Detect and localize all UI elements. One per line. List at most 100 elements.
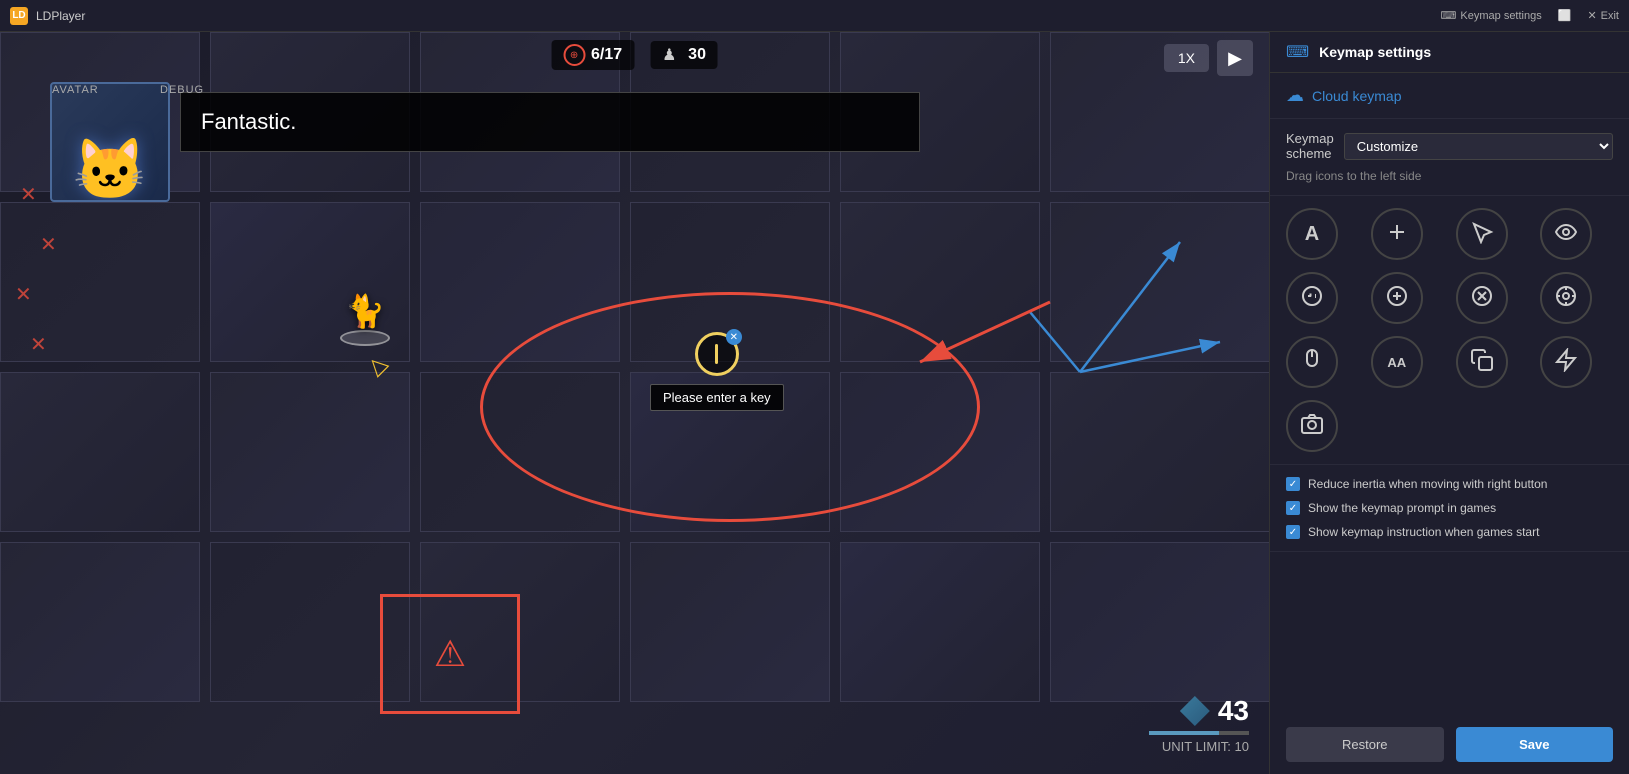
scheme-row: Keymapscheme Customize	[1286, 131, 1613, 161]
eye-icon	[1554, 220, 1578, 249]
camera-icon	[1300, 412, 1324, 441]
camera-icon-btn[interactable]	[1286, 400, 1338, 452]
score-count: 30	[688, 46, 706, 64]
keymap-header-icon: ⌨	[1286, 42, 1309, 62]
exit-icon: ✕	[1587, 9, 1596, 22]
save-button[interactable]: Save	[1456, 727, 1614, 762]
cursor-icon	[1470, 220, 1494, 249]
bottom-hud: 43 UNIT LIMIT: 10	[1149, 695, 1249, 754]
unit-limit: UNIT LIMIT: 10	[1149, 739, 1249, 754]
red-cross-1: ✕	[20, 182, 37, 207]
game-area: AVATAR DEBUG 🐱 Fantastic. ⊕ 6/17 ♟ 30 1X	[0, 32, 1269, 774]
cloud-keymap-btn[interactable]: ☁ Cloud keymap	[1286, 85, 1613, 106]
play-btn[interactable]: ▶	[1217, 40, 1253, 76]
hand-icon-btn[interactable]	[1371, 272, 1423, 324]
lightning-icon	[1554, 348, 1578, 377]
checkbox-row-1[interactable]: ✓ Reduce inertia when moving with right …	[1286, 477, 1613, 491]
char-base	[340, 330, 390, 346]
icon-grid: A	[1270, 196, 1629, 465]
checkbox-3-check: ✓	[1289, 527, 1297, 538]
mouse-icon	[1300, 348, 1324, 377]
portrait-character: 🐱	[73, 140, 148, 200]
cloud-icon: ☁	[1286, 85, 1304, 106]
cost-number: 43	[1218, 695, 1249, 727]
key-circle[interactable]: ✕	[695, 332, 739, 376]
gamepad-icon-btn[interactable]	[1286, 272, 1338, 324]
checkbox-3[interactable]: ✓	[1286, 525, 1300, 539]
key-circle-inner	[715, 344, 718, 364]
char-sprite: 🐈	[345, 292, 385, 330]
restore-window-btn[interactable]: ⬜	[1558, 9, 1572, 22]
warning-box: ⚠	[380, 594, 520, 714]
text-a-icon: A	[1305, 223, 1319, 246]
map-character: 🐈	[340, 292, 390, 346]
exit-btn[interactable]: ✕ Exit	[1587, 9, 1619, 22]
key-prompt-label: Please enter a key	[650, 384, 784, 411]
app-title: LDPlayer	[36, 9, 85, 23]
red-cross-4: ✕	[30, 332, 47, 357]
eye-icon-btn[interactable]	[1540, 208, 1592, 260]
title-bar-left: LD LDPlayer	[10, 7, 85, 25]
cost-icon	[1180, 696, 1210, 726]
plus-icon	[1385, 220, 1409, 249]
dialogue-box: Fantastic.	[180, 92, 920, 152]
plus-icon-btn[interactable]	[1371, 208, 1423, 260]
cloud-keymap-label: Cloud keymap	[1312, 88, 1402, 104]
restore-button[interactable]: Restore	[1286, 727, 1444, 762]
text-a-icon-btn[interactable]: A	[1286, 208, 1338, 260]
checkbox-2-label: Show the keymap prompt in games	[1308, 501, 1496, 515]
title-bar: LD LDPlayer ⌨ Keymap settings ⬜ ✕ Exit	[0, 0, 1629, 32]
drag-hint: Drag icons to the left side	[1286, 169, 1613, 183]
lightning-icon-btn[interactable]	[1540, 336, 1592, 388]
scope-icon	[1554, 284, 1578, 313]
keymap-settings-title: ⌨ Keymap settings	[1441, 9, 1542, 22]
checkbox-2[interactable]: ✓	[1286, 501, 1300, 515]
key-input-popup: ✕ Please enter a key	[650, 332, 784, 411]
speed-1x-btn[interactable]: 1X	[1164, 44, 1209, 72]
copy-icon-btn[interactable]	[1456, 336, 1508, 388]
copy-icon	[1470, 348, 1494, 377]
right-panel: ⌨ Keymap settings ☁ Cloud keymap Keymaps…	[1269, 32, 1629, 774]
mouse-icon-btn[interactable]	[1286, 336, 1338, 388]
keymap-icon: ⌨	[1441, 9, 1457, 22]
panel-footer: Restore Save	[1270, 715, 1629, 774]
key-close-btn[interactable]: ✕	[726, 329, 742, 345]
enemy-count: 6/17	[591, 46, 622, 64]
restore-icon: ⬜	[1558, 9, 1572, 22]
title-bar-right: ⌨ Keymap settings ⬜ ✕ Exit	[1441, 9, 1619, 22]
checkbox-row-3[interactable]: ✓ Show keymap instruction when games sta…	[1286, 525, 1613, 539]
keymap-scheme-section: Keymapscheme Customize Drag icons to the…	[1270, 119, 1629, 196]
text-aa-icon: AA	[1387, 355, 1406, 370]
red-cross-2: ✕	[40, 232, 57, 257]
checkbox-3-label: Show keymap instruction when games start	[1308, 525, 1539, 539]
cost-bar	[1149, 731, 1249, 735]
text-aa-icon-btn[interactable]: AA	[1371, 336, 1423, 388]
hand-icon	[1385, 284, 1409, 313]
checkbox-1-label: Reduce inertia when moving with right bu…	[1308, 477, 1547, 491]
checkbox-section: ✓ Reduce inertia when moving with right …	[1270, 465, 1629, 552]
app-logo: LD	[10, 7, 28, 25]
scheme-select[interactable]: Customize	[1344, 133, 1613, 160]
main-content: AVATAR DEBUG 🐱 Fantastic. ⊕ 6/17 ♟ 30 1X	[0, 32, 1629, 774]
scheme-label: Keymapscheme	[1286, 131, 1334, 161]
score-display: ♟ 30	[650, 41, 718, 69]
character-portrait: 🐱	[50, 82, 170, 202]
cursor-icon-btn[interactable]	[1456, 208, 1508, 260]
panel-header: ⌨ Keymap settings	[1270, 32, 1629, 73]
checkbox-1-check: ✓	[1289, 479, 1297, 490]
checkbox-2-check: ✓	[1289, 503, 1297, 514]
panel-title: Keymap settings	[1319, 44, 1431, 60]
cross-swords-icon	[1470, 284, 1494, 313]
hud-top: ⊕ 6/17 ♟ 30	[551, 40, 718, 70]
enemy-counter: ⊕ 6/17	[551, 40, 634, 70]
checkbox-1[interactable]: ✓	[1286, 477, 1300, 491]
cost-display: 43	[1149, 695, 1249, 727]
gamepad-icon	[1300, 284, 1324, 313]
checkbox-row-2[interactable]: ✓ Show the keymap prompt in games	[1286, 501, 1613, 515]
scope-icon-btn[interactable]	[1540, 272, 1592, 324]
portrait-bg: 🐱	[50, 82, 170, 202]
score-icon: ♟	[662, 45, 682, 65]
speed-controls: 1X ▶	[1164, 40, 1253, 76]
cross-swords-icon-btn[interactable]	[1456, 272, 1508, 324]
debug-label: DEBUG	[160, 84, 204, 96]
